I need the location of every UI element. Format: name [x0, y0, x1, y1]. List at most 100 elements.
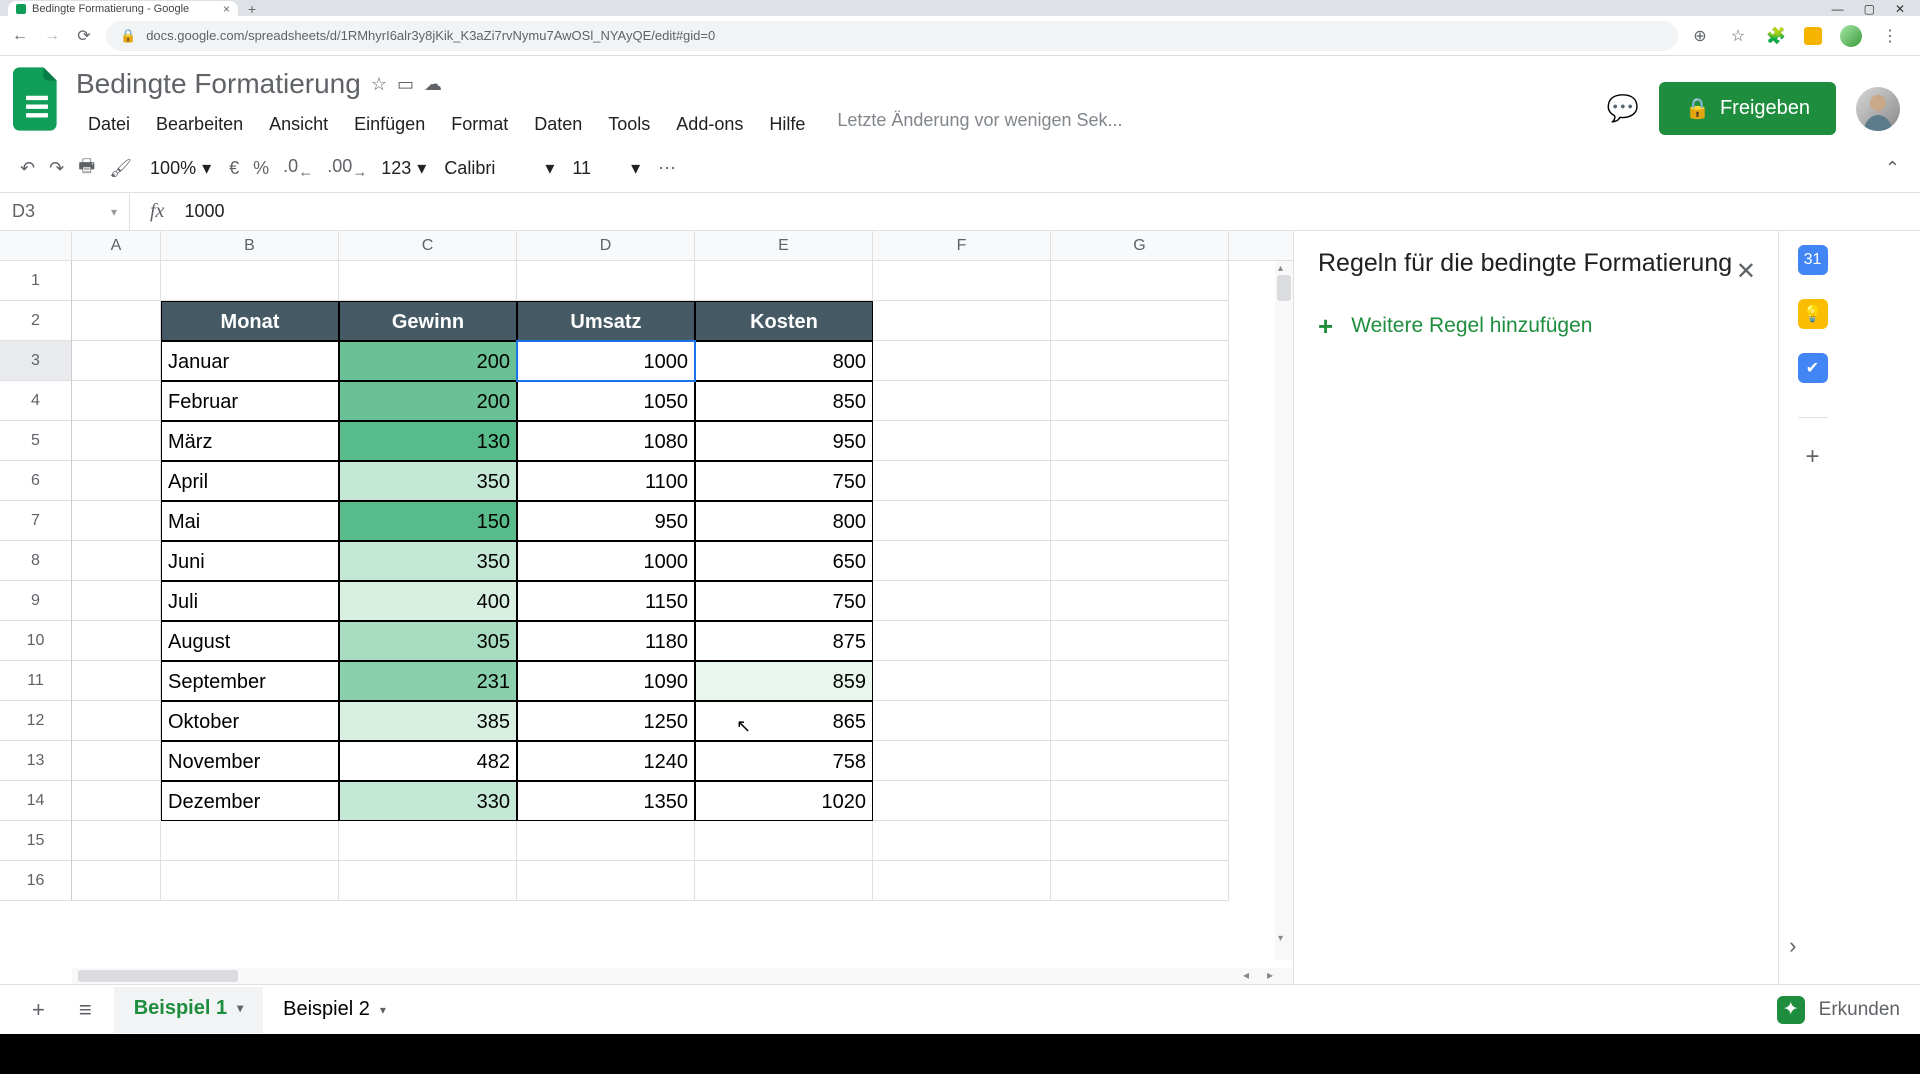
cell-B8[interactable]: Juni [161, 541, 339, 581]
back-icon[interactable]: ← [10, 27, 30, 45]
sheet-scroll-left-icon[interactable]: ◂ [1243, 968, 1249, 982]
cell-A1[interactable] [72, 261, 161, 301]
cell-F5[interactable] [873, 421, 1051, 461]
cell-F13[interactable] [873, 741, 1051, 781]
browser-tab[interactable]: Bedingte Formatierung - Google × [8, 1, 238, 16]
cell-D7[interactable]: 950 [517, 501, 695, 541]
number-format-select[interactable]: 123▾ [381, 158, 426, 179]
collapse-toolbar-icon[interactable]: ⌃ [1885, 158, 1900, 179]
cell-A4[interactable] [72, 381, 161, 421]
close-panel-icon[interactable]: ✕ [1736, 257, 1756, 286]
undo-icon[interactable]: ↶ [20, 158, 35, 179]
cell-E9[interactable]: 750 [695, 581, 873, 621]
cell-C11[interactable]: 231 [339, 661, 517, 701]
cell-A13[interactable] [72, 741, 161, 781]
reload-icon[interactable]: ⟳ [74, 26, 94, 46]
cell-G15[interactable] [1051, 821, 1229, 861]
cell-C7[interactable]: 150 [339, 501, 517, 541]
row-header[interactable]: 6 [0, 461, 72, 501]
cell-G10[interactable] [1051, 621, 1229, 661]
cell-E3[interactable]: 800 [695, 341, 873, 381]
col-header-g[interactable]: G [1051, 231, 1229, 260]
cell-D6[interactable]: 1100 [517, 461, 695, 501]
col-header-f[interactable]: F [873, 231, 1051, 260]
row-header[interactable]: 13 [0, 741, 72, 781]
row-header[interactable]: 16 [0, 861, 72, 901]
cell-E14[interactable]: 1020 [695, 781, 873, 821]
new-tab-button[interactable]: + [238, 1, 266, 16]
bookmark-icon[interactable]: ☆ [1728, 26, 1748, 46]
cell-F3[interactable] [873, 341, 1051, 381]
cell-C2[interactable]: Gewinn [339, 301, 517, 341]
cell-B16[interactable] [161, 861, 339, 901]
col-header-a[interactable]: A [72, 231, 161, 260]
zoom-lens-icon[interactable]: ⊕ [1690, 26, 1710, 46]
cell-B2[interactable]: Monat [161, 301, 339, 341]
col-header-e[interactable]: E [695, 231, 873, 260]
cell-G14[interactable] [1051, 781, 1229, 821]
close-tab-icon[interactable]: × [223, 2, 230, 16]
cell-D13[interactable]: 1240 [517, 741, 695, 781]
cell-E7[interactable]: 800 [695, 501, 873, 541]
url-field[interactable]: 🔒 docs.google.com/spreadsheets/d/1RMhyrI… [106, 21, 1678, 51]
col-header-c[interactable]: C [339, 231, 517, 260]
row-header[interactable]: 11 [0, 661, 72, 701]
cell-C1[interactable] [339, 261, 517, 301]
doc-title[interactable]: Bedingte Formatierung [76, 68, 361, 100]
cell-G12[interactable] [1051, 701, 1229, 741]
cell-G11[interactable] [1051, 661, 1229, 701]
explore-button[interactable]: ✦ Erkunden [1777, 996, 1900, 1024]
cell-E12[interactable]: 865 [695, 701, 873, 741]
maximize-icon[interactable]: ▢ [1864, 2, 1875, 16]
cell-C6[interactable]: 350 [339, 461, 517, 501]
cell-A5[interactable] [72, 421, 161, 461]
name-box[interactable]: D3 ▾ [0, 193, 130, 230]
cell-D5[interactable]: 1080 [517, 421, 695, 461]
cell-B4[interactable]: Februar [161, 381, 339, 421]
ext-keep-icon[interactable] [1804, 27, 1822, 45]
cell-F11[interactable] [873, 661, 1051, 701]
cell-G6[interactable] [1051, 461, 1229, 501]
inc-decimal-button[interactable]: .00→ [327, 156, 367, 181]
menu-format[interactable]: Format [439, 110, 520, 139]
add-sheet-button[interactable]: + [20, 997, 57, 1023]
cell-B5[interactable]: März [161, 421, 339, 461]
cell-G3[interactable] [1051, 341, 1229, 381]
menu-file[interactable]: Datei [76, 110, 142, 139]
row-header[interactable]: 8 [0, 541, 72, 581]
row-header[interactable]: 9 [0, 581, 72, 621]
cell-C13[interactable]: 482 [339, 741, 517, 781]
keep-app-icon[interactable]: 💡 [1798, 299, 1828, 329]
cell-D9[interactable]: 1150 [517, 581, 695, 621]
comments-icon[interactable]: 💬 [1607, 93, 1639, 124]
cell-D12[interactable]: 1250 [517, 701, 695, 741]
more-toolbar-icon[interactable]: ⋯ [658, 158, 676, 179]
cell-E16[interactable] [695, 861, 873, 901]
row-header[interactable]: 3 [0, 341, 72, 381]
cell-F15[interactable] [873, 821, 1051, 861]
cell-F14[interactable] [873, 781, 1051, 821]
cell-D4[interactable]: 1050 [517, 381, 695, 421]
extensions-icon[interactable]: 🧩 [1766, 26, 1786, 46]
cell-D14[interactable]: 1350 [517, 781, 695, 821]
cell-E13[interactable]: 758 [695, 741, 873, 781]
cell-G13[interactable] [1051, 741, 1229, 781]
sheet-tab[interactable]: Beispiel 1▾ [114, 987, 263, 1033]
cell-B6[interactable]: April [161, 461, 339, 501]
zoom-select[interactable]: 100%▾ [150, 158, 211, 179]
cell-E5[interactable]: 950 [695, 421, 873, 461]
sheet-tab[interactable]: Beispiel 2▾ [263, 987, 406, 1033]
cell-B13[interactable]: November [161, 741, 339, 781]
cell-A6[interactable] [72, 461, 161, 501]
cell-B1[interactable] [161, 261, 339, 301]
cell-C15[interactable] [339, 821, 517, 861]
cell-A3[interactable] [72, 341, 161, 381]
cell-F10[interactable] [873, 621, 1051, 661]
sheet-scroll-right-icon[interactable]: ▸ [1267, 968, 1273, 982]
row-header[interactable]: 15 [0, 821, 72, 861]
menu-edit[interactable]: Bearbeiten [144, 110, 255, 139]
row-header[interactable]: 10 [0, 621, 72, 661]
cell-D16[interactable] [517, 861, 695, 901]
row-header[interactable]: 14 [0, 781, 72, 821]
sheets-logo[interactable] [10, 64, 64, 134]
